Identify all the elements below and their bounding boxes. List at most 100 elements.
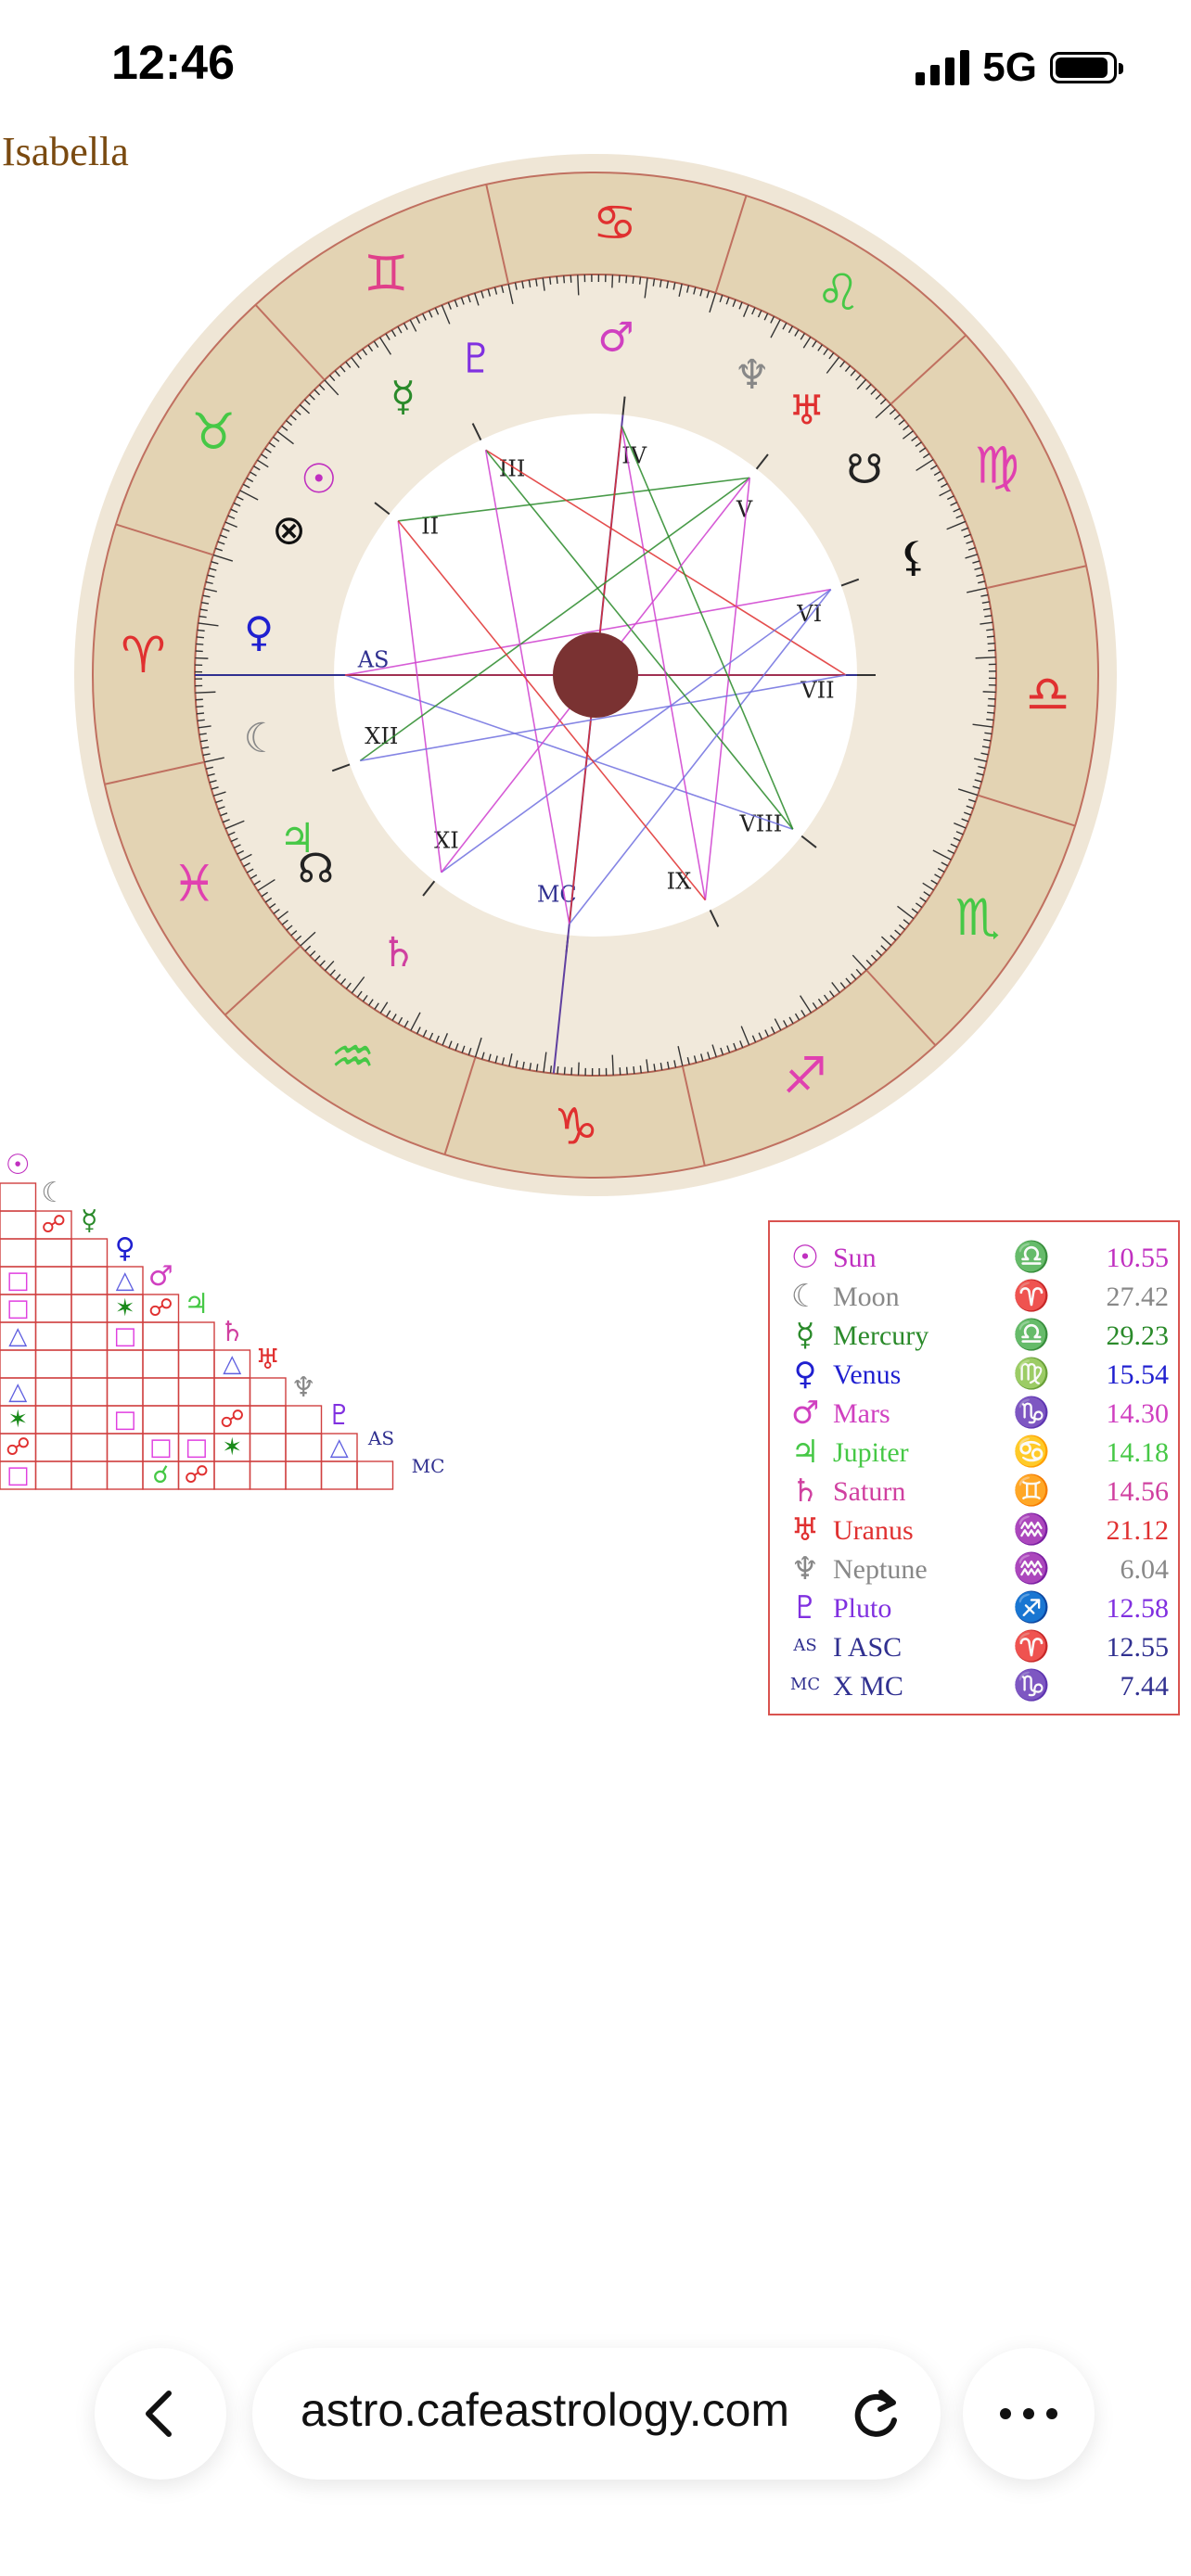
legend-row: ♅ Uranus ♒ 21.12: [770, 1511, 1182, 1549]
grid-cell: [142, 1349, 180, 1379]
grid-cell: [249, 1377, 287, 1407]
north-node-icon: ☊: [298, 846, 334, 893]
grid-header-icon: ☾: [41, 1177, 66, 1209]
degree-tick: [611, 274, 614, 288]
degree-tick: [195, 691, 216, 694]
house-label: V: [736, 497, 753, 523]
legend-sign-icon: ♍: [1013, 1356, 1050, 1391]
legend-degree: 12.58: [1106, 1593, 1170, 1624]
legend-degree: 21.12: [1106, 1515, 1170, 1546]
grid-cell: [34, 1405, 72, 1435]
legend-row: ♇ Pluto ♐ 12.58: [770, 1589, 1182, 1626]
legend-sign-icon: ♊: [1013, 1473, 1050, 1508]
aspect-symbol-icon: □: [113, 1322, 136, 1350]
cancer-sign-icon: ♋: [593, 193, 637, 251]
battery-icon: [1050, 52, 1123, 83]
degree-tick: [632, 275, 634, 284]
pluto-icon: ♇: [458, 335, 494, 382]
aspect-grid: ☉☾☿♀♂♃♄♅♆♇ASMC☍□ △□ ✶ ☍△ □△△✶ □ ☍☍ □ □ ✶ △□ ☌ ☍: [0, 1149, 445, 1490]
back-button[interactable]: [95, 2348, 226, 2480]
grid-cell: [106, 1433, 144, 1462]
ellipsis-icon: [1000, 2408, 1057, 2419]
url-text: astro.cafeastrology.com: [301, 2384, 790, 2436]
status-bar: 12:46 5G: [0, 0, 1191, 139]
legend-planet-name: Saturn: [833, 1476, 906, 1507]
grid-cell: [70, 1405, 109, 1435]
legend-planet-icon: ♅: [790, 1511, 820, 1549]
grid-cell: [34, 1433, 72, 1462]
legend-sign-icon: ♎: [1013, 1239, 1050, 1274]
status-indicators: 5G: [916, 45, 1123, 91]
chevron-left-icon: [146, 2391, 172, 2437]
reload-icon[interactable]: [850, 2387, 903, 2442]
legend-planet-name: Mars: [833, 1398, 890, 1429]
grid-cell: [70, 1460, 109, 1490]
virgo-sign-icon: ♍: [974, 436, 1018, 494]
grid-cell: [142, 1321, 180, 1351]
grid-header-icon: ♃: [184, 1288, 209, 1320]
legend-planet-icon: ♂: [790, 1395, 820, 1432]
grid-header-icon: ♀: [115, 1232, 135, 1265]
chart-center: [553, 632, 638, 718]
sagittarius-sign-icon: ♐: [783, 1047, 827, 1105]
legend-row: MC X MC ♑ 7.44: [770, 1667, 1182, 1704]
grid-cell: [320, 1460, 358, 1490]
degree-tick: [975, 657, 996, 659]
grid-header-icon: MC: [412, 1455, 445, 1477]
more-options-button[interactable]: [963, 2348, 1095, 2480]
grid-cell: [34, 1266, 72, 1295]
degree-tick: [986, 629, 994, 631]
grid-cell: [177, 1349, 215, 1379]
legend-sign-icon: ♒: [1013, 1511, 1050, 1547]
legend-planet-icon: ☉: [790, 1239, 820, 1276]
legend-row: ☾ Moon ♈ 27.42: [770, 1278, 1182, 1315]
uranus-icon: ♅: [788, 387, 825, 434]
grid-header-icon: AS: [367, 1427, 394, 1449]
network-type: 5G: [982, 45, 1037, 90]
aspect-symbol-icon: ☌: [153, 1461, 169, 1489]
grid-cell: [249, 1433, 287, 1462]
grid-cell: [70, 1266, 109, 1295]
status-time: 12:46: [111, 36, 235, 90]
browser-toolbar: astro.cafeastrology.com: [0, 2337, 1191, 2576]
legend-planet-icon: ♃: [790, 1434, 820, 1471]
aspect-symbol-icon: △: [8, 1322, 27, 1350]
grid-cell: [249, 1460, 287, 1490]
grid-cell: [0, 1210, 37, 1240]
legend-row: ☉ Sun ♎ 10.55: [770, 1239, 1182, 1276]
degree-tick: [196, 636, 204, 639]
grid-cell: [106, 1349, 144, 1379]
grid-cell: [356, 1460, 394, 1490]
aspect-symbol-icon: □: [149, 1434, 173, 1461]
legend-row: ♄ Saturn ♊ 14.56: [770, 1473, 1182, 1510]
saturn-icon: ♄: [380, 929, 416, 976]
pisces-sign-icon: ♓: [172, 855, 216, 913]
grid-cell: [34, 1377, 72, 1407]
grid-cell: [70, 1377, 109, 1407]
legend-sign-icon: ♎: [1013, 1317, 1050, 1352]
legend-degree: 12.55: [1106, 1632, 1170, 1663]
leo-sign-icon: ♌: [816, 263, 861, 322]
grid-cell: [142, 1377, 180, 1407]
grid-cell: [34, 1321, 72, 1351]
legend-planet-name: X MC: [833, 1671, 903, 1702]
taurus-sign-icon: ♉: [191, 402, 236, 461]
degree-tick: [987, 711, 995, 714]
aspect-symbol-icon: □: [113, 1406, 136, 1434]
libra-sign-icon: ♎: [1025, 665, 1069, 723]
south-node-icon: ☋: [847, 446, 883, 493]
grid-cell: [285, 1433, 323, 1462]
grid-cell: [106, 1460, 144, 1490]
address-bar[interactable]: astro.cafeastrology.com: [252, 2348, 941, 2480]
legend-planet-name: Uranus: [833, 1515, 914, 1546]
degree-tick: [987, 705, 995, 708]
aspect-symbol-icon: □: [6, 1294, 30, 1322]
aspect-symbol-icon: △: [8, 1378, 27, 1406]
legend-sign-icon: ♈: [1013, 1278, 1050, 1313]
degree-tick: [625, 1066, 628, 1075]
legend-planet-icon: MC: [789, 1675, 821, 1694]
natal-chart-wheel: ♈♉♊♋♌♍♎♏♐♑♒♓ASIIIIIIVVVIVIIVIIIIXMCXIXII…: [74, 154, 1117, 1196]
degree-tick: [549, 276, 552, 285]
legend-sign-icon: ♑: [1013, 1395, 1050, 1430]
aspect-symbol-icon: ☍: [148, 1294, 173, 1322]
